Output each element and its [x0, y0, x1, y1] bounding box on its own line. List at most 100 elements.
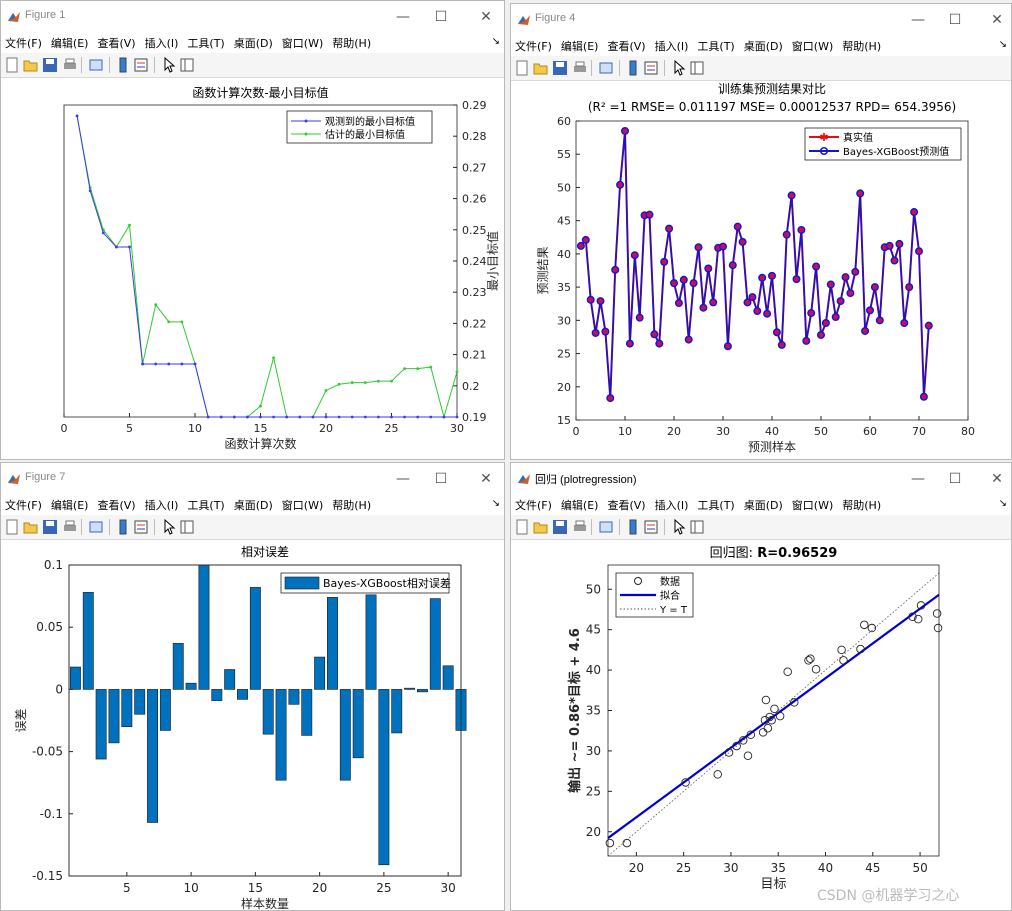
menu-view[interactable]: 查看(V): [603, 495, 650, 513]
menu-view[interactable]: 查看(V): [93, 33, 140, 51]
menu-file[interactable]: 文件(F): [511, 36, 557, 54]
legend-icon[interactable]: [133, 519, 149, 535]
link-icon[interactable]: [88, 57, 104, 73]
print-icon[interactable]: [62, 519, 78, 535]
save-icon[interactable]: [552, 519, 568, 535]
error-bar: [391, 689, 403, 734]
menu-view[interactable]: 查看(V): [93, 495, 140, 513]
menu-tools[interactable]: 工具(T): [183, 33, 229, 51]
menu-insert[interactable]: 插入(I): [651, 495, 694, 513]
menu-window[interactable]: 窗口(W): [278, 33, 328, 51]
close-button[interactable]: ✕: [469, 467, 503, 491]
open-folder-icon[interactable]: [533, 519, 549, 535]
menu-edit[interactable]: 编辑(E): [557, 36, 604, 54]
close-button[interactable]: ✕: [980, 467, 1011, 491]
print-icon[interactable]: [62, 57, 78, 73]
data-point: [337, 415, 341, 419]
close-button[interactable]: ✕: [469, 5, 503, 29]
open-folder-icon[interactable]: [23, 519, 39, 535]
menu-desktop[interactable]: 桌面(D): [230, 33, 278, 51]
link-icon[interactable]: [598, 519, 614, 535]
colorbar-icon[interactable]: [115, 519, 131, 535]
close-button[interactable]: ✕: [980, 8, 1011, 32]
x-tick-label: 10: [183, 881, 198, 895]
menu-window[interactable]: 窗口(W): [788, 36, 838, 54]
maximize-button[interactable]: ☐: [424, 5, 458, 29]
menu-desktop[interactable]: 桌面(D): [230, 495, 278, 513]
link-icon[interactable]: [88, 519, 104, 535]
open-folder-icon[interactable]: [23, 57, 39, 73]
save-icon[interactable]: [42, 519, 58, 535]
new-file-icon[interactable]: [514, 60, 530, 76]
menu-tools[interactable]: 工具(T): [693, 36, 739, 54]
minimize-button[interactable]: —: [901, 8, 935, 32]
menu-view[interactable]: 查看(V): [603, 36, 650, 54]
y-tick-label: 0.29: [462, 99, 487, 112]
minimize-button[interactable]: —: [386, 5, 420, 29]
menu-tools[interactable]: 工具(T): [693, 495, 739, 513]
menu-file[interactable]: 文件(F): [511, 495, 557, 513]
menu-window[interactable]: 窗口(W): [788, 495, 838, 513]
figure7-menubar: 文件(F) 编辑(E) 查看(V) 插入(I) 工具(T) 桌面(D) 窗口(W) 帮助(H)…: [1, 495, 504, 515]
data-point: [924, 321, 933, 330]
print-icon[interactable]: [572, 519, 588, 535]
open-folder-icon[interactable]: [533, 60, 549, 76]
link-icon[interactable]: [598, 60, 614, 76]
menu-help[interactable]: 帮助(H): [328, 33, 376, 51]
menu-insert[interactable]: 插入(I): [651, 36, 694, 54]
menu-tools[interactable]: 工具(T): [183, 495, 229, 513]
property-editor-icon[interactable]: [179, 57, 195, 73]
figure1-titlebar[interactable]: Figure 1 — ☐ ✕: [1, 1, 504, 33]
menu-edit[interactable]: 编辑(E): [47, 495, 94, 513]
pointer-icon[interactable]: [161, 519, 177, 535]
print-icon[interactable]: [572, 60, 588, 76]
menu-desktop[interactable]: 桌面(D): [740, 36, 788, 54]
minimize-button[interactable]: —: [386, 467, 420, 491]
regression-titlebar[interactable]: 回归 (plotregression) — ☐ ✕: [511, 463, 1011, 495]
pointer-icon[interactable]: [161, 57, 177, 73]
legend-icon[interactable]: [133, 57, 149, 73]
error-bar: [314, 656, 326, 690]
colorbar-icon[interactable]: [115, 57, 131, 73]
property-editor-icon[interactable]: [689, 60, 705, 76]
x-tick-label: 25: [385, 422, 399, 435]
legend-icon[interactable]: [643, 60, 659, 76]
property-editor-icon[interactable]: [179, 519, 195, 535]
dock-arrow-icon[interactable]: ↘: [999, 39, 1007, 50]
colorbar-icon[interactable]: [625, 60, 641, 76]
figure7-titlebar[interactable]: Figure 7 — ☐ ✕: [1, 463, 504, 495]
menu-edit[interactable]: 编辑(E): [47, 33, 94, 51]
menu-file[interactable]: 文件(F): [1, 33, 47, 51]
menu-file[interactable]: 文件(F): [1, 495, 47, 513]
save-icon[interactable]: [552, 60, 568, 76]
new-file-icon[interactable]: [4, 519, 20, 535]
menu-help[interactable]: 帮助(H): [838, 495, 886, 513]
legend-icon[interactable]: [643, 519, 659, 535]
figure4-titlebar[interactable]: Figure 4 — ☐ ✕: [511, 4, 1011, 36]
y-tick-label: 45: [557, 215, 571, 228]
menu-help[interactable]: 帮助(H): [328, 495, 376, 513]
menu-edit[interactable]: 编辑(E): [557, 495, 604, 513]
dock-arrow-icon[interactable]: ↘: [999, 498, 1007, 509]
legend-label: 估计的最小目标值: [325, 128, 405, 141]
pointer-icon[interactable]: [671, 60, 687, 76]
menu-insert[interactable]: 插入(I): [141, 33, 184, 51]
dock-arrow-icon[interactable]: ↘: [492, 36, 500, 47]
pointer-icon[interactable]: [671, 519, 687, 535]
colorbar-icon[interactable]: [625, 519, 641, 535]
new-file-icon[interactable]: [514, 519, 530, 535]
dock-arrow-icon[interactable]: ↘: [492, 498, 500, 509]
menu-help[interactable]: 帮助(H): [838, 36, 886, 54]
maximize-button[interactable]: ☐: [938, 467, 972, 491]
maximize-button[interactable]: ☐: [938, 8, 972, 32]
maximize-button[interactable]: ☐: [424, 467, 458, 491]
menu-window[interactable]: 窗口(W): [278, 495, 328, 513]
y-tick-label: 0.21: [462, 349, 487, 362]
minimize-button[interactable]: —: [901, 467, 935, 491]
save-icon[interactable]: [42, 57, 58, 73]
menu-insert[interactable]: 插入(I): [141, 495, 184, 513]
data-point: [141, 362, 145, 366]
property-editor-icon[interactable]: [689, 519, 705, 535]
new-file-icon[interactable]: [4, 57, 20, 73]
menu-desktop[interactable]: 桌面(D): [740, 495, 788, 513]
